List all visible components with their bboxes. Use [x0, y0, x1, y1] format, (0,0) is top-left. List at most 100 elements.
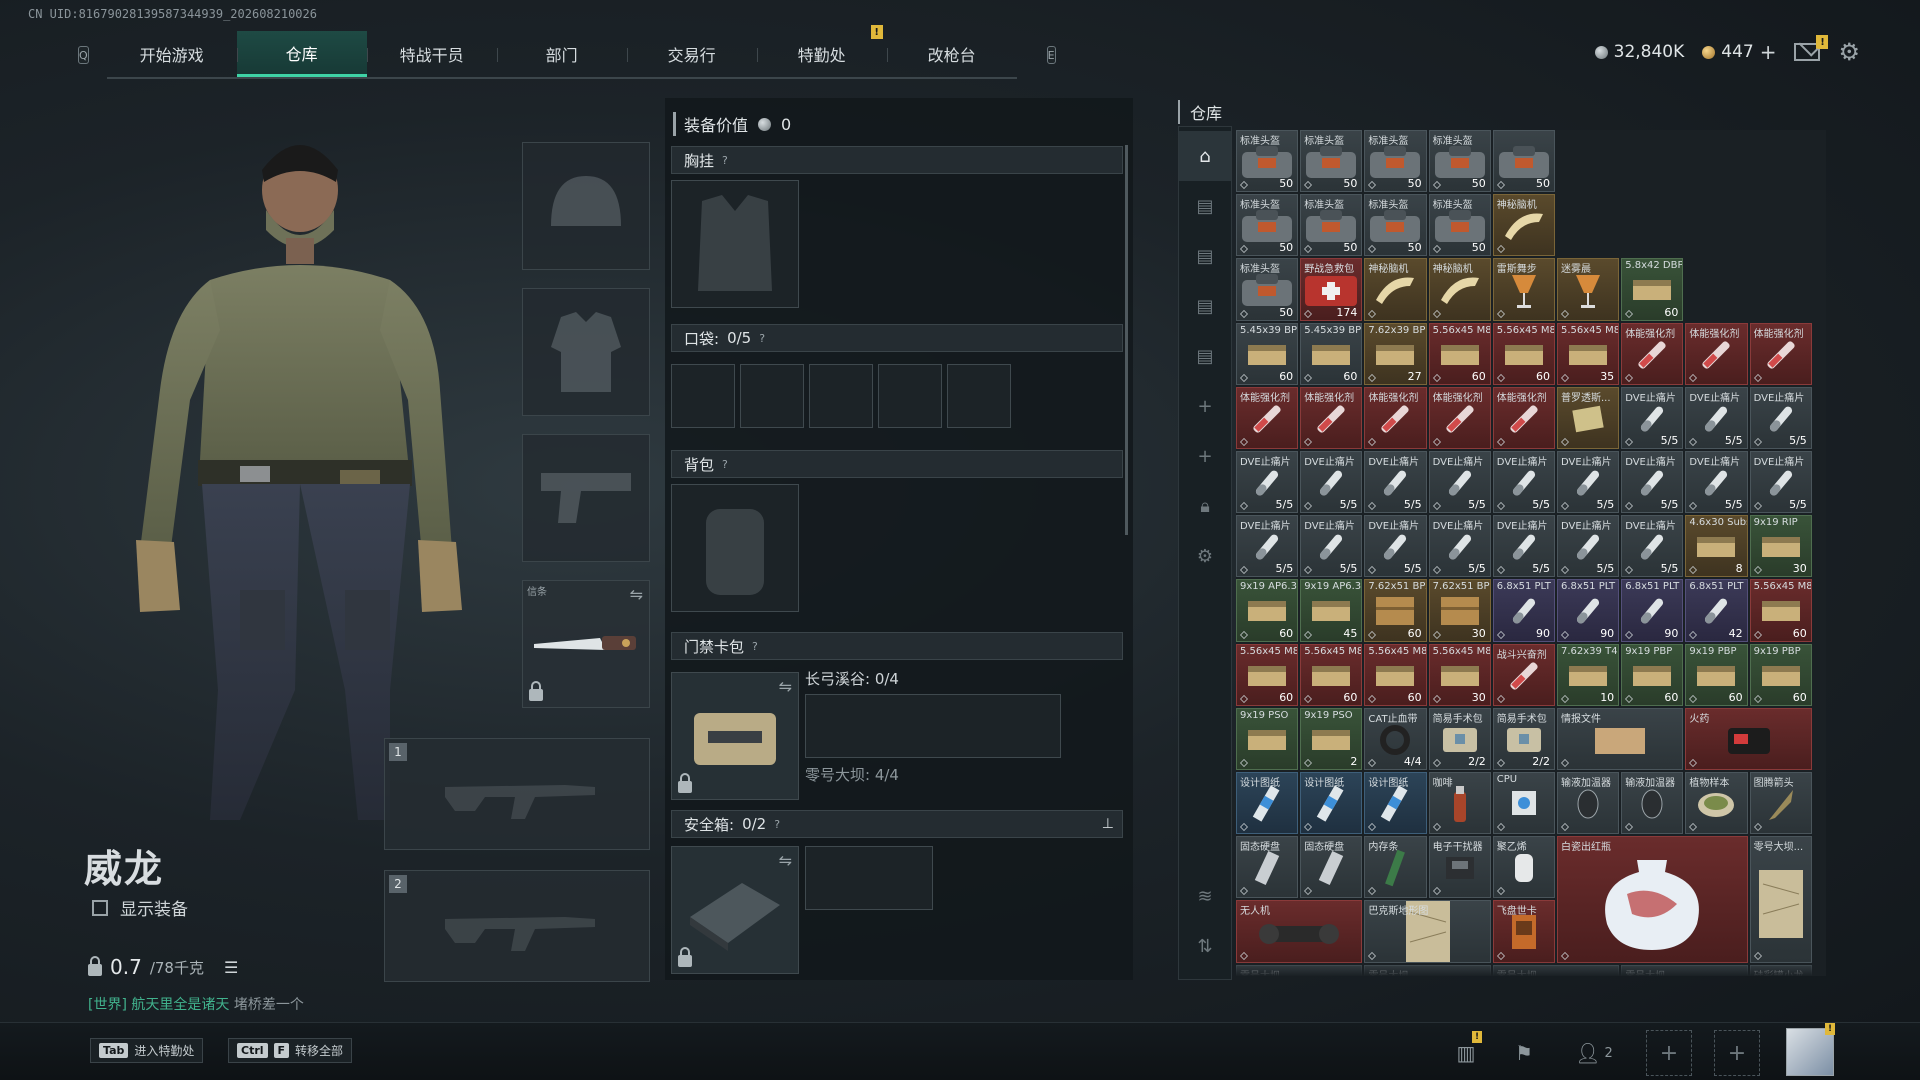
- list-icon[interactable]: ☰: [224, 958, 238, 977]
- lock-tab-icon[interactable]: 🔒︎: [1179, 481, 1231, 531]
- storage-item[interactable]: 迷雾晨: [1557, 258, 1620, 321]
- storage-item[interactable]: 6.8x51 PLT 42: [1685, 579, 1748, 642]
- storage-item[interactable]: 神秘脑机: [1492, 194, 1555, 257]
- silver-currency[interactable]: 32,840K: [1594, 42, 1684, 62]
- storage-item[interactable]: 零号大坝...: [1749, 836, 1812, 963]
- storage-item[interactable]: 固态硬盘: [1236, 836, 1299, 899]
- storage-item[interactable]: 标准头盔 50: [1364, 130, 1427, 193]
- storage-item[interactable]: DVE止痛片 5/5: [1685, 451, 1748, 514]
- storage-item[interactable]: DVE止痛片 5/5: [1236, 515, 1299, 578]
- storage-item[interactable]: 5.45x39 BP 60: [1236, 322, 1299, 385]
- storage-item[interactable]: 野战急救包 174: [1300, 258, 1363, 321]
- storage-tab-2-icon[interactable]: ▤: [1179, 181, 1231, 231]
- swap-icon[interactable]: ⇋: [779, 851, 792, 870]
- storage-item[interactable]: 5.56x45 M855 60: [1364, 643, 1427, 706]
- storage-item[interactable]: DVE止痛片 5/5: [1428, 451, 1491, 514]
- storage-item[interactable]: 6.8x51 PLT 90: [1557, 579, 1620, 642]
- storage-item[interactable]: 无人机: [1236, 900, 1363, 963]
- storage-item[interactable]: 体能强化剂: [1621, 322, 1684, 385]
- swap-icon[interactable]: ⇋: [630, 585, 643, 604]
- storage-item[interactable]: 神秘脑机: [1364, 258, 1427, 321]
- storage-item[interactable]: 7.62x51 BPZ 60: [1364, 579, 1427, 642]
- add-currency-button[interactable]: +: [1760, 40, 1777, 64]
- storage-item[interactable]: DVE止痛片 5/5: [1300, 515, 1363, 578]
- storage-item[interactable]: 9x19 PBP 60: [1621, 643, 1684, 706]
- storage-item[interactable]: 5.56x45 M855 60: [1236, 643, 1299, 706]
- hotkey-enter-special[interactable]: Tab 进入特勤处: [90, 1038, 204, 1063]
- backpack-slot[interactable]: [671, 484, 799, 612]
- storage-item[interactable]: 7.62x39 BP 27: [1364, 322, 1427, 385]
- pin-icon[interactable]: ⊥: [1102, 816, 1114, 832]
- mail-icon[interactable]: !: [1794, 35, 1829, 61]
- storage-item[interactable]: DVE止痛片 5/5: [1749, 386, 1812, 449]
- nav-tab[interactable]: 特战干员: [366, 31, 497, 77]
- storage-item[interactable]: 聚乙烯: [1492, 836, 1555, 899]
- help-icon[interactable]: ?: [722, 154, 728, 167]
- storage-item[interactable]: 5.56x45 M855A1 35: [1557, 322, 1620, 385]
- storage-item[interactable]: 体能强化剂: [1492, 386, 1555, 449]
- storage-item[interactable]: 雷斯舞步: [1492, 258, 1555, 321]
- stats-icon[interactable]: ▥!: [1448, 1031, 1484, 1071]
- add-tab-icon[interactable]: +: [1179, 381, 1231, 431]
- storage-tab-3-icon[interactable]: ▤: [1179, 231, 1231, 281]
- swap-icon[interactable]: ⇋: [779, 677, 792, 696]
- storage-item[interactable]: 标准头盔 50: [1236, 258, 1299, 321]
- keycard-case-slot[interactable]: ⇋: [671, 672, 799, 800]
- storage-item[interactable]: 体能强化剂: [1428, 386, 1491, 449]
- storage-tab-4-icon[interactable]: ▤: [1179, 281, 1231, 331]
- storage-item[interactable]: 50: [1492, 130, 1555, 193]
- equipment-scrollbar[interactable]: [1125, 145, 1128, 535]
- hotkey-transfer-all[interactable]: Ctrl F 转移全部: [228, 1038, 353, 1063]
- storage-item[interactable]: 标准头盔 50: [1428, 194, 1491, 257]
- storage-item[interactable]: 标准头盔 50: [1300, 194, 1363, 257]
- nav-tab[interactable]: 特勤处!: [756, 25, 887, 77]
- safebox-slots[interactable]: [805, 846, 933, 910]
- storage-item[interactable]: CAT止血带 4/4: [1364, 707, 1427, 770]
- safebox-slot[interactable]: ⇋: [671, 846, 799, 974]
- storage-item[interactable]: DVE止痛片 5/5: [1749, 451, 1812, 514]
- flag-icon[interactable]: ⚑: [1506, 1035, 1542, 1071]
- storage-item[interactable]: 9x19 PSO: [1236, 707, 1299, 770]
- storage-item[interactable]: 咖啡: [1428, 772, 1491, 835]
- storage-item[interactable]: 输液加温器: [1621, 772, 1684, 835]
- storage-item[interactable]: 设计图纸: [1300, 772, 1363, 835]
- storage-item[interactable]: DVE止痛片 5/5: [1621, 451, 1684, 514]
- storage-tab-5-icon[interactable]: ▤: [1179, 331, 1231, 381]
- storage-item[interactable]: 巴克斯地形图: [1364, 900, 1491, 963]
- sort-icon[interactable]: ⇅: [1179, 921, 1231, 971]
- storage-item[interactable]: 输液加温器: [1557, 772, 1620, 835]
- storage-item[interactable]: 飞盘世卡: [1492, 900, 1555, 963]
- show-equipment-toggle[interactable]: 显示装备: [92, 895, 188, 920]
- storage-item[interactable]: 白瓷出红瓶: [1557, 836, 1748, 963]
- friends-icon[interactable]: 👤︎ 2: [1564, 1035, 1624, 1071]
- storage-item[interactable]: 植物样本: [1685, 772, 1748, 835]
- add-tab-icon[interactable]: +: [1179, 431, 1231, 481]
- storage-item[interactable]: 设计图纸: [1364, 772, 1427, 835]
- storage-item[interactable]: DVE止痛片 5/5: [1557, 451, 1620, 514]
- help-icon[interactable]: ?: [759, 332, 765, 345]
- storage-item[interactable]: 体能强化剂: [1685, 322, 1748, 385]
- help-icon[interactable]: ?: [722, 458, 728, 471]
- storage-item[interactable]: 标准头盔 50: [1300, 130, 1363, 193]
- storage-item[interactable]: 7.62x39 T45M 10: [1557, 643, 1620, 706]
- storage-item[interactable]: 战斗兴奋剂: [1492, 643, 1555, 706]
- pocket-slot[interactable]: [740, 364, 804, 428]
- storage-item[interactable]: 7.62x51 BPZ 30: [1428, 579, 1491, 642]
- storage-item[interactable]: CPU: [1492, 772, 1555, 835]
- nav-tab[interactable]: 交易行: [626, 31, 757, 77]
- chest-rig-slot[interactable]: [671, 180, 799, 308]
- storage-item[interactable]: 简易手术包 2/2: [1492, 707, 1555, 770]
- storage-item[interactable]: DVE止痛片 5/5: [1428, 515, 1491, 578]
- storage-item[interactable]: 5.45x39 BP 60: [1300, 322, 1363, 385]
- pocket-slot[interactable]: [671, 364, 735, 428]
- storage-item[interactable]: DVE止痛片 5/5: [1236, 451, 1299, 514]
- storage-item[interactable]: 5.56x45 M855 60: [1300, 643, 1363, 706]
- storage-item[interactable]: DVE止痛片 5/5: [1364, 515, 1427, 578]
- storage-item[interactable]: DVE止痛片 5/5: [1557, 515, 1620, 578]
- storage-item[interactable]: 5.56x45 M855A1 60: [1428, 322, 1491, 385]
- storage-item[interactable]: 体能强化剂: [1236, 386, 1299, 449]
- storage-item[interactable]: 9x19 RIP 30: [1749, 515, 1812, 578]
- show-equipment-checkbox[interactable]: [92, 899, 108, 916]
- help-icon[interactable]: ?: [752, 640, 758, 653]
- storage-item[interactable]: 4.6x30 Subsonic 8: [1685, 515, 1748, 578]
